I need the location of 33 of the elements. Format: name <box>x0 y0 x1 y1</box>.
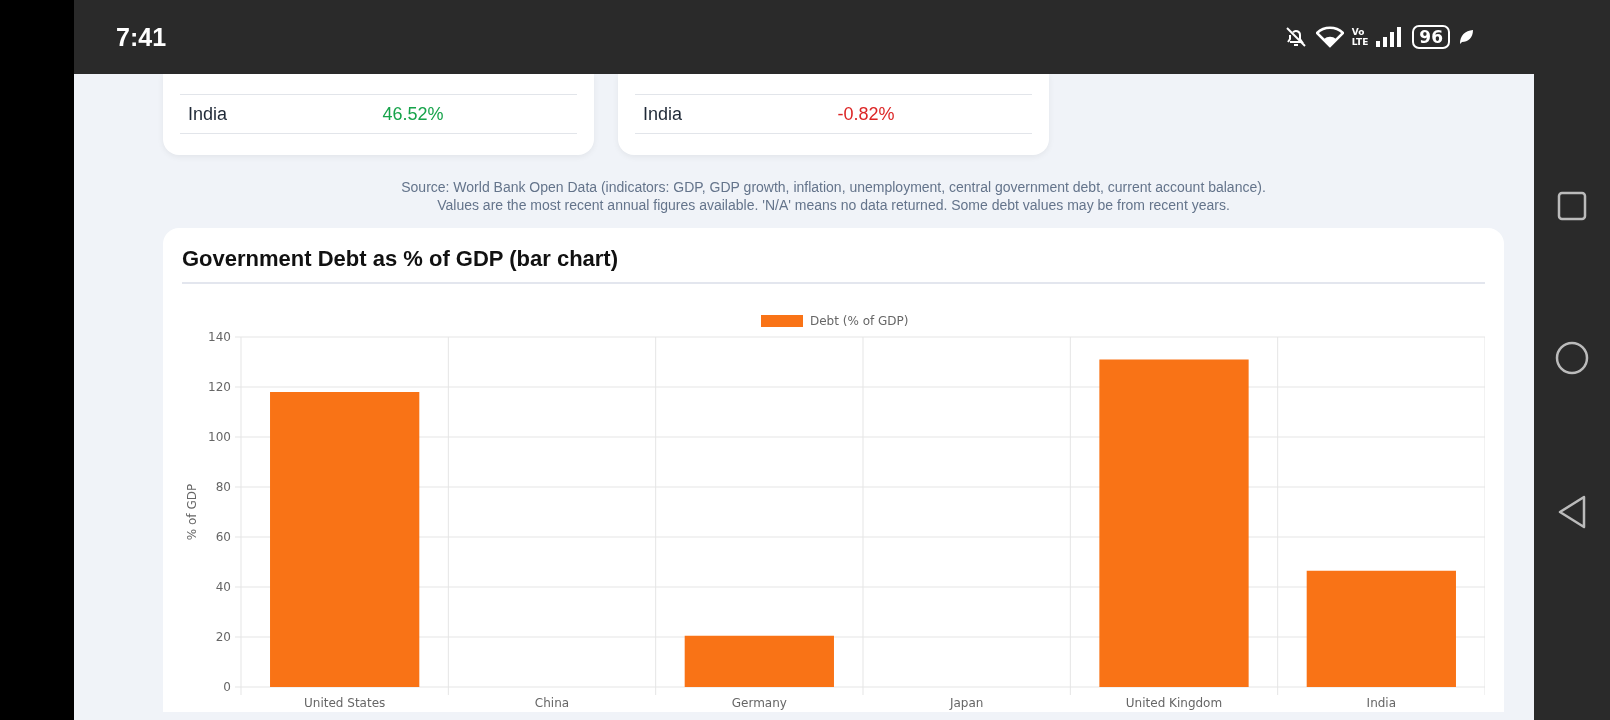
network-type-label: Vo LTE <box>1351 27 1369 47</box>
source-note: Source: World Bank Open Data (indicators: GDP, GDP growth, inflation, unemployment, central government debt, current account balance). <box>400 178 1267 196</box>
value-cell-text: 46.52% <box>382 103 445 125</box>
battery-level: 96 <box>1412 25 1450 49</box>
axis-category-label: Japan <box>949 696 984 710</box>
bell-muted-icon <box>1283 25 1308 49</box>
recents-button[interactable] <box>1557 191 1587 221</box>
back-button[interactable] <box>1557 495 1587 529</box>
axis-tick-label: 60 <box>215 530 231 544</box>
axis-category-label: Germany <box>731 696 787 710</box>
axis-tick-label: 0 <box>223 680 231 694</box>
wifi-icon <box>1315 26 1344 48</box>
country-cell-text: India <box>188 103 229 125</box>
axis-tick-label: 20 <box>215 630 231 644</box>
axis-category-label: United Kingdom <box>1125 696 1223 710</box>
source-note: Values are the most recent annual figures available. 'N/A' means no data returned. Some debt values may be from recent years. <box>436 196 1231 214</box>
axis-category-label: China <box>534 696 570 710</box>
clock-time: 7:41 <box>116 22 167 52</box>
axis-tick-label: 40 <box>215 580 231 594</box>
axis-title: % of GDP <box>185 483 199 541</box>
chart-title: Government Debt as % of GDP (bar chart) <box>182 246 1485 284</box>
legend-label: Debt (% of GDP) <box>810 314 909 328</box>
axis-tick-label: 80 <box>215 480 231 494</box>
value-cell-text: -0.82% <box>837 103 896 125</box>
axis-tick-label: 100 <box>208 430 231 444</box>
axis-tick-label: 140 <box>208 330 231 344</box>
axis-tick-label: 120 <box>208 380 231 394</box>
country-cell-text: India <box>643 103 684 125</box>
leaf-icon <box>1458 29 1474 45</box>
axis-category-label: United States <box>304 696 386 710</box>
axis-category-label: India <box>1366 696 1397 710</box>
home-button[interactable] <box>1555 341 1589 375</box>
legend-swatch <box>761 315 803 327</box>
